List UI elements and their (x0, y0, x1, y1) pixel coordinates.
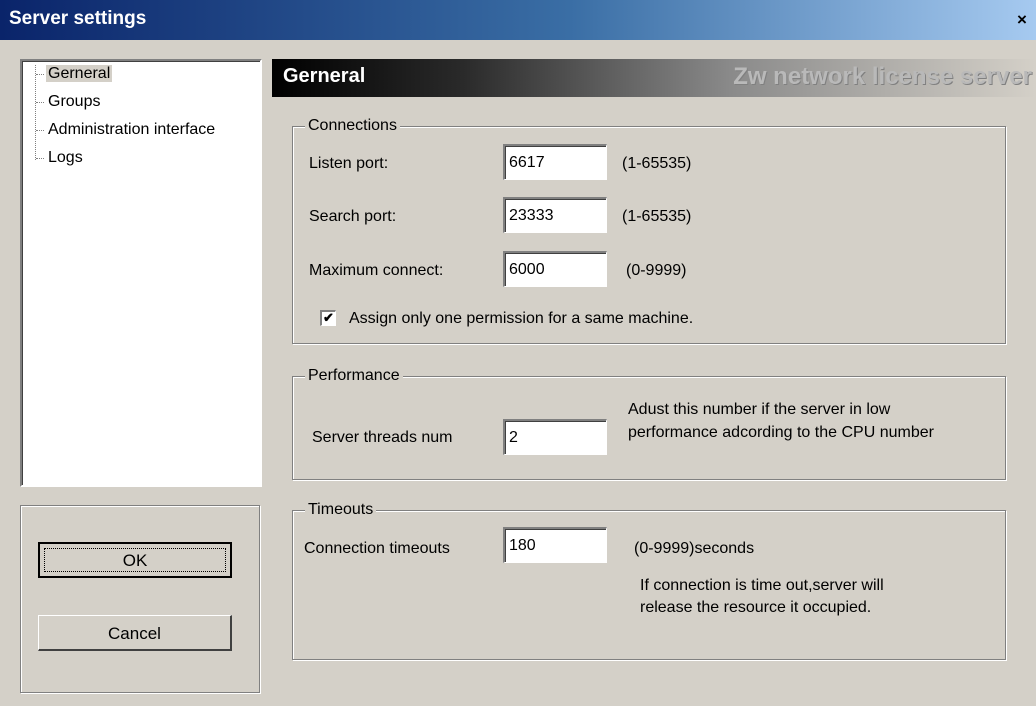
tree-item-general[interactable]: Gerneral (36, 63, 113, 85)
search-port-label: Search port: (309, 208, 397, 225)
ok-button-label: OK (44, 548, 226, 572)
tree-item-groups[interactable]: Groups (36, 91, 102, 113)
connection-timeouts-label: Connection timeouts (304, 540, 450, 557)
tree-item-logs[interactable]: Logs (36, 147, 85, 169)
threads-hint-line1: Adust this number if the server in low (628, 401, 891, 418)
tree-item-label: Logs (48, 149, 83, 166)
timeouts-hint-line1: If connection is time out,server will (640, 577, 884, 594)
listen-port-label: Listen port: (309, 155, 389, 172)
cancel-button[interactable]: Cancel (38, 615, 232, 651)
tree-item-administration-interface[interactable]: Administration interface (36, 119, 217, 141)
title-bar: Server settings × (0, 0, 1036, 40)
timeouts-hint-line2: release the resource it occupied. (640, 599, 872, 616)
product-brand: Zw network license server (733, 63, 1032, 90)
settings-tree: Gerneral Groups Administration interface… (20, 59, 262, 487)
assign-one-label: Assign only one permission for a same ma… (349, 310, 694, 327)
section-header: Gerneral Zw network license server (272, 59, 1036, 97)
listen-port-input[interactable] (503, 144, 607, 180)
max-connect-input[interactable] (503, 251, 607, 287)
ok-button[interactable]: OK (38, 542, 232, 578)
section-title: Gerneral (283, 65, 366, 87)
window-title: Server settings (9, 8, 147, 29)
search-port-range: (1-65535) (622, 208, 692, 225)
close-icon[interactable]: × (1010, 9, 1034, 31)
max-connect-range: (0-9999) (626, 262, 687, 279)
threads-input[interactable] (503, 419, 607, 455)
tree-item-label: Gerneral (46, 65, 113, 82)
connection-timeouts-input[interactable] (503, 527, 607, 563)
max-connect-label: Maximum connect: (309, 262, 444, 279)
group-legend: Connections (305, 115, 400, 137)
group-legend: Performance (305, 365, 403, 387)
tree-item-label: Groups (48, 93, 101, 110)
search-port-input[interactable] (503, 197, 607, 233)
buttons-panel (20, 505, 260, 693)
listen-port-range: (1-65535) (622, 155, 692, 172)
connection-timeouts-range: (0-9999)seconds (634, 540, 755, 557)
tree-item-label: Administration interface (48, 121, 216, 138)
group-legend: Timeouts (305, 499, 377, 521)
threads-label: Server threads num (312, 429, 453, 446)
threads-hint-line2: performance adcording to the CPU number (628, 424, 934, 441)
assign-one-checkbox[interactable]: ✔ (320, 310, 336, 326)
